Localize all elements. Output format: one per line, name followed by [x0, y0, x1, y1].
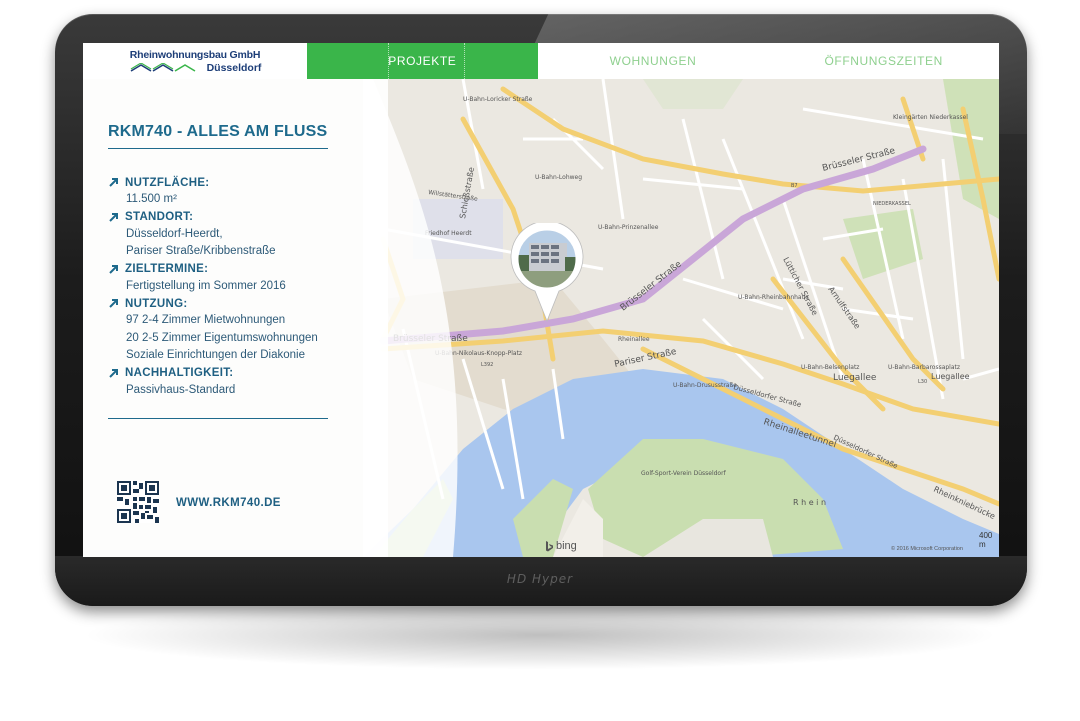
detail-value: Pariser Straße/Kribbenstraße — [126, 245, 276, 257]
map-label-niederkassel: NIEDERKASSEL — [873, 201, 911, 207]
tab-wohnungen[interactable]: WOHNUNGEN — [538, 43, 769, 79]
map-label-luegallee-2: Luegallee — [931, 372, 970, 381]
detail-label-text: STANDORT: — [125, 211, 194, 223]
arrow-up-right-icon — [109, 212, 118, 222]
bing-logo-text: bing — [556, 540, 577, 552]
project-location-marker[interactable] — [507, 223, 587, 323]
logo-city: Düsseldorf — [206, 61, 262, 74]
detail-value: 20 2-5 Zimmer Eigentumswohnungen — [126, 331, 318, 344]
map-label-rheinallee: Rheinallee — [618, 336, 650, 343]
detail-value: Passivhaus-Standard — [126, 383, 236, 396]
bing-logo: bing — [545, 540, 577, 552]
map-label-rhein: R h e i n — [793, 498, 826, 507]
detail-label-standort: STANDORT: — [108, 209, 368, 226]
bing-b-icon — [546, 540, 553, 551]
map-label-ubahn-barbarossa: U-Bahn-Barbarossaplatz — [888, 364, 960, 371]
map-label-ubahn-drususstrasse: U-Bahn-Drususstraße — [673, 382, 737, 389]
map-scale: 400 m — [979, 531, 993, 549]
arrow-up-right-icon — [109, 264, 118, 274]
detail-label-text: NACHHALTIGKEIT: — [125, 367, 234, 379]
arrow-up-right-icon — [109, 299, 118, 308]
map-label-l30: L30 — [918, 379, 927, 385]
detail-label-nachhaltigkeit: NACHHALTIGKEIT: — [108, 365, 368, 382]
monitor-brand-label: HD Hyper — [506, 572, 574, 586]
qr-code-icon[interactable] — [117, 481, 159, 523]
map-label-ubahn-rheinbahnhaus: U-Bahn-Rheinbahnhaus — [738, 294, 809, 301]
logo-company-name: Rheinwohnungsbau GmbH — [129, 48, 261, 61]
arrow-up-right-icon — [109, 178, 118, 187]
detail-label-nutzung: NUTZUNG: — [108, 295, 368, 312]
project-info-panel: RKM740 - ALLES AM FLUSS NUTZFLÄCHE: 11.5… — [83, 79, 388, 557]
map-label-ubahn-prinzenallee: U-Bahn-Prinzenallee — [598, 224, 659, 231]
logo-waves-icon — [130, 62, 195, 72]
logo-row: Düsseldorf — [129, 61, 262, 74]
tab-projekte[interactable]: PROJEKTE — [307, 43, 538, 79]
detail-label-zieltermine: ZIELTERMINE: — [108, 261, 368, 278]
detail-value: Düsseldorf-Heerdt, — [126, 227, 223, 240]
map-label-luegallee: Luegallee — [833, 373, 877, 383]
top-nav-bar: Rheinwohnungsbau GmbH Düsseldorf PROJEKT… — [83, 43, 999, 79]
map-label-b7: B7 — [791, 183, 798, 189]
map-label-golf: Golf-Sport-Verein Düsseldorf — [641, 470, 727, 477]
bottom-divider — [108, 418, 328, 419]
company-logo[interactable]: Rheinwohnungsbau GmbH Düsseldorf — [83, 43, 307, 79]
map-label-ubahn-lohweg: U-Bahn-Lohweg — [535, 174, 582, 181]
monitor-shadow — [80, 600, 1000, 670]
detail-label-text: ZIELTERMINE: — [125, 263, 209, 275]
map-label-kleingaerten: Kleingärten Niederkassel — [893, 114, 968, 121]
tab-oeffnungszeiten[interactable]: ÖFFNUNGSZEITEN — [768, 43, 999, 79]
map-copyright: © 2016 Microsoft Corporation — [891, 546, 963, 552]
detail-label-text: NUTZUNG: — [125, 297, 188, 310]
screen: Rheinwohnungsbau GmbH Düsseldorf PROJEKT… — [83, 43, 999, 557]
detail-label-text: NUTZFLÄCHE: — [125, 176, 210, 189]
website-link[interactable]: WWW.RKM740.DE — [176, 497, 281, 509]
detail-value: Fertigstellung im Sommer 2016 — [126, 279, 286, 292]
arrow-up-right-icon — [109, 368, 118, 378]
detail-label-nutzflaeche: NUTZFLÄCHE: — [108, 174, 368, 191]
detail-value: Soziale Einrichtungen der Diakonie — [126, 349, 305, 361]
project-details: NUTZFLÄCHE: 11.500 m² STANDORT: Düsseldo… — [108, 174, 368, 399]
detail-value: 97 2-4 Zimmer Mietwohnungen — [126, 314, 286, 326]
map-label-ubahn-belsenplatz: U-Bahn-Belsenplatz — [801, 364, 859, 371]
title-divider — [108, 148, 328, 149]
detail-value: 11.500 m² — [126, 193, 177, 205]
project-title: RKM740 - ALLES AM FLUSS — [108, 123, 328, 140]
